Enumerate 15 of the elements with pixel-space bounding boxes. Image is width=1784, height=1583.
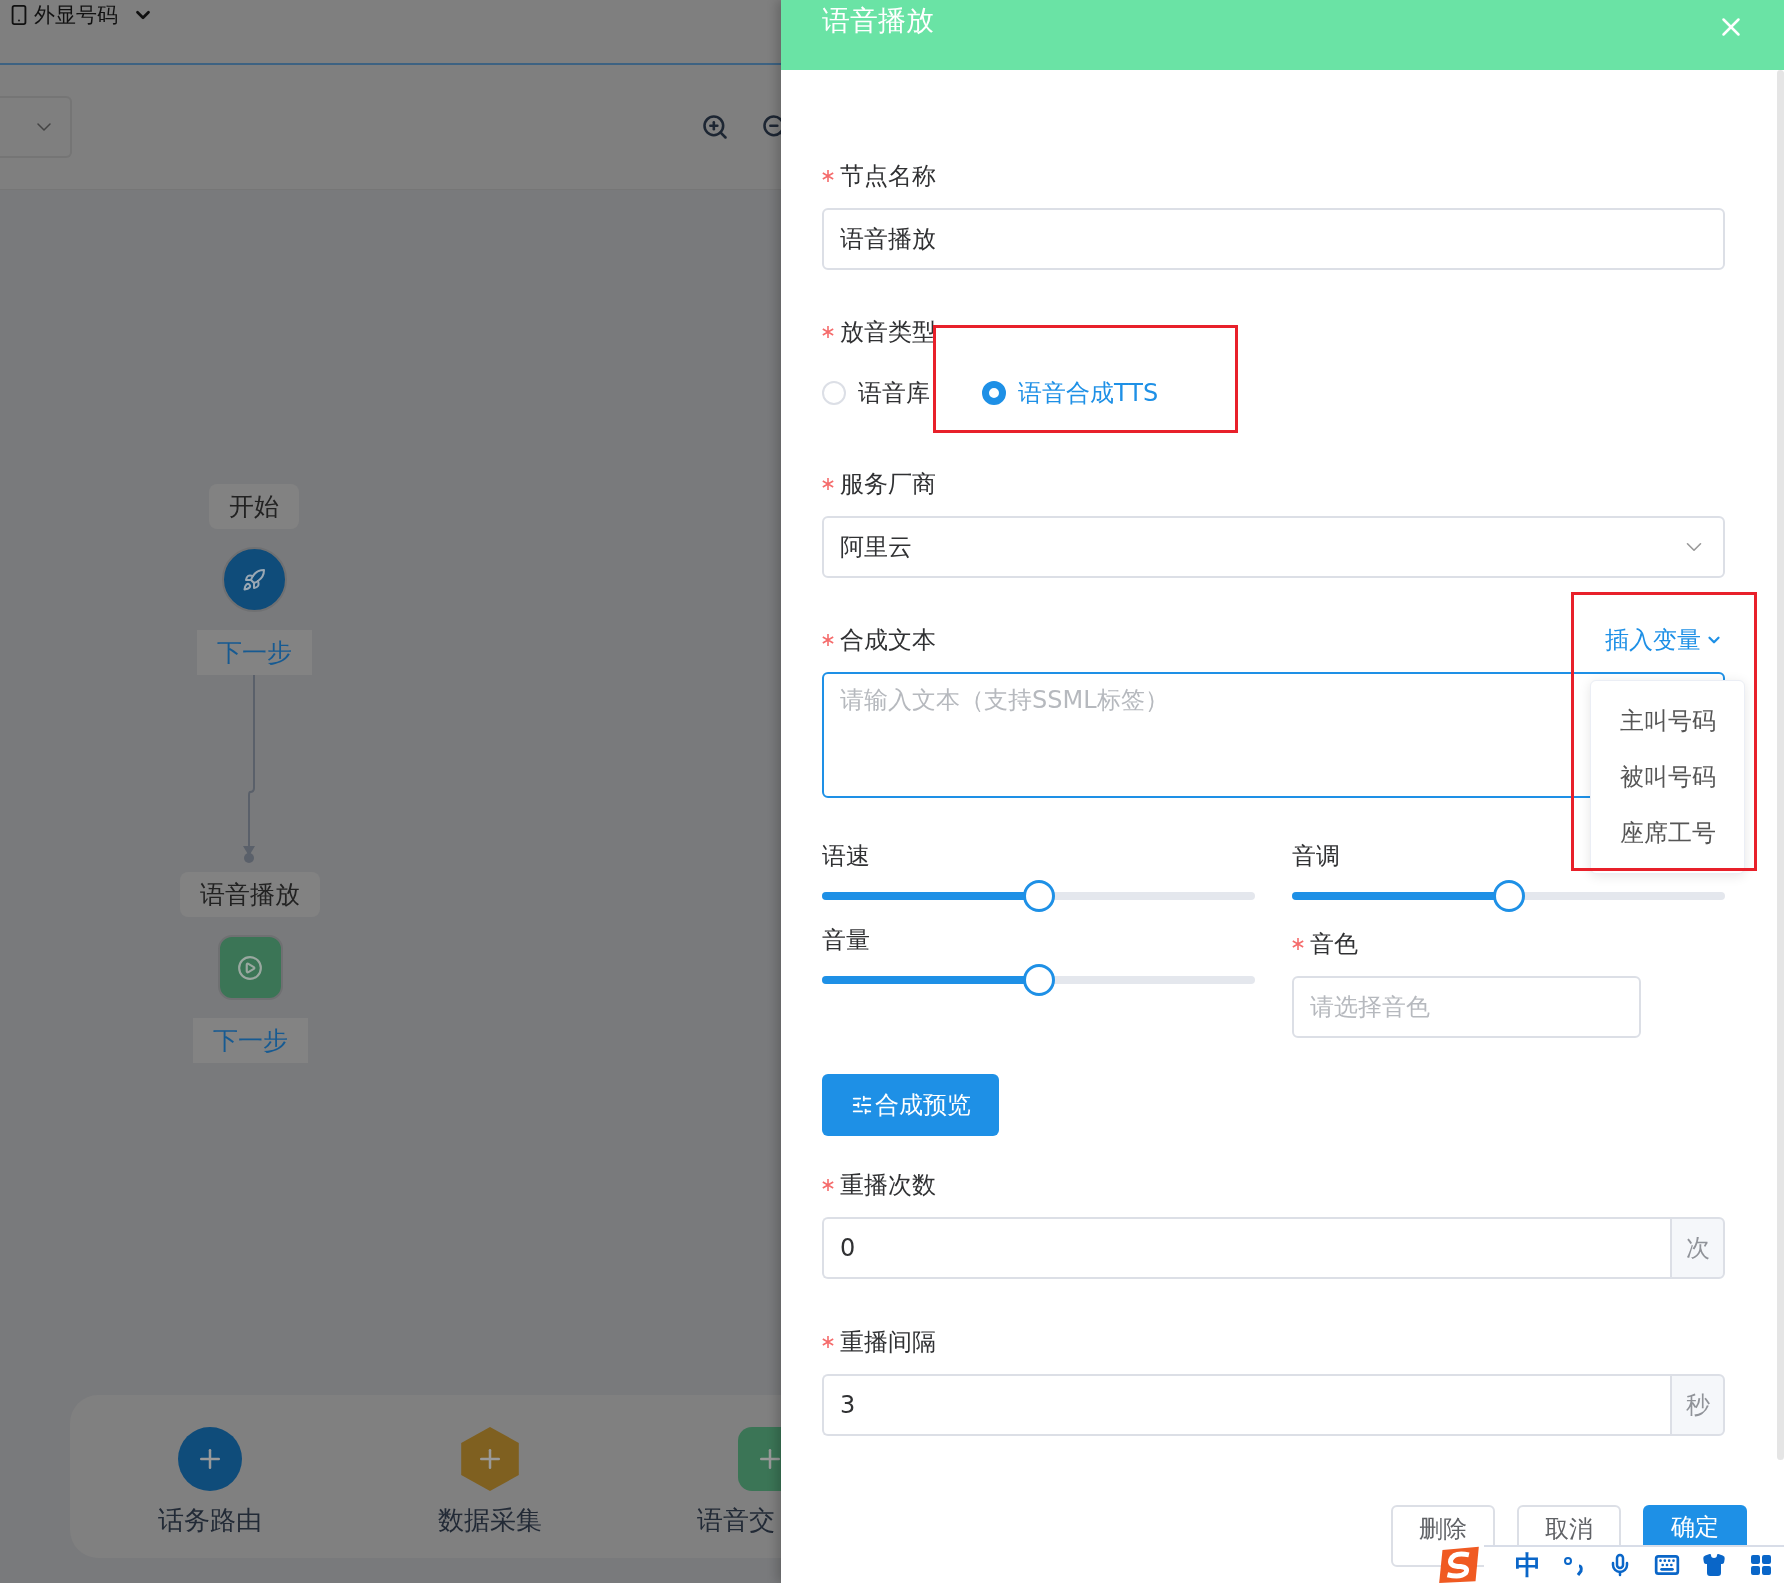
field-label: 重播次数 xyxy=(840,1170,936,1201)
unit-label: 秒 xyxy=(1670,1374,1725,1436)
field-label: 节点名称 xyxy=(840,161,936,192)
field-label: 重播间隔 xyxy=(840,1327,936,1358)
palette-label: 语音交 xyxy=(697,1504,775,1537)
unit-label: 次 xyxy=(1670,1217,1725,1279)
field-label: 语速 xyxy=(822,841,870,872)
field-label: 音调 xyxy=(1292,841,1340,872)
field-label: 音量 xyxy=(822,925,870,956)
field-label: 服务厂商 xyxy=(840,469,936,500)
palette-label: 话务路由 xyxy=(158,1504,262,1537)
drawer-title: 语音播放 xyxy=(822,3,934,39)
field-label: 合成文本 xyxy=(840,625,936,656)
palette-label: 数据采集 xyxy=(438,1504,542,1537)
field-label: 音色 xyxy=(1310,929,1358,960)
